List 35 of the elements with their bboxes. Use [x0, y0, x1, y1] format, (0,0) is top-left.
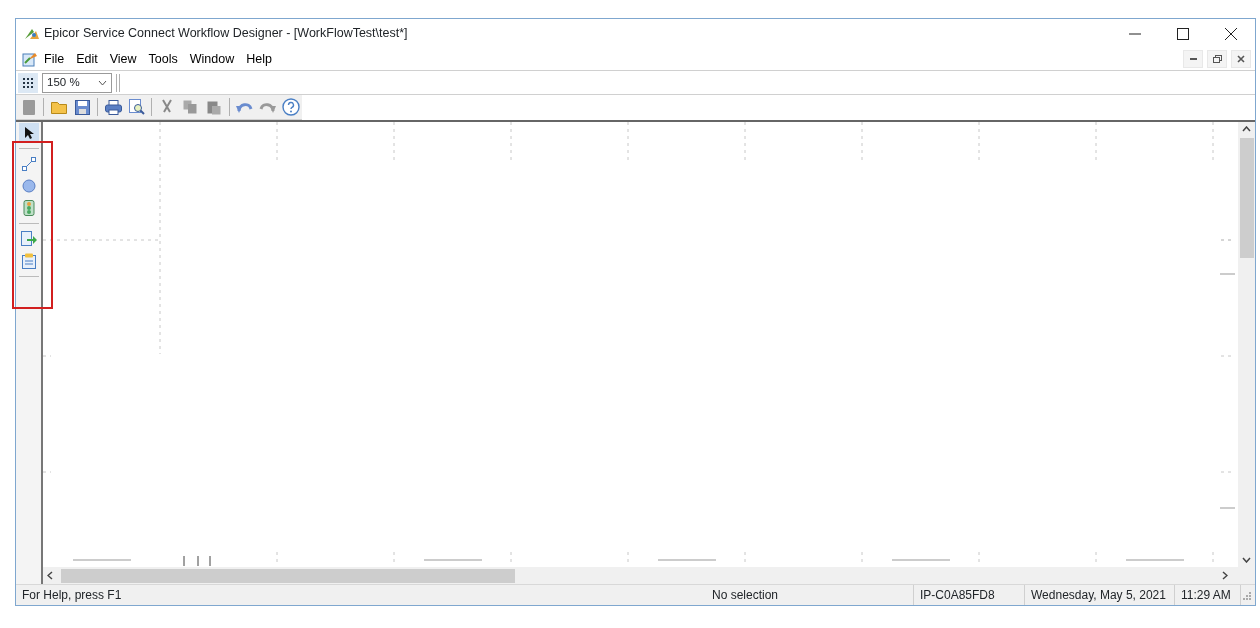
help-icon[interactable] — [280, 96, 303, 118]
status-time: 11:29 AM — [1181, 587, 1231, 604]
horizontal-scrollbar-thumb[interactable] — [61, 568, 515, 583]
mdi-close-button[interactable] — [1231, 50, 1251, 68]
zoom-dropdown[interactable]: 150 % — [42, 72, 112, 93]
export-icon[interactable] — [18, 229, 39, 249]
menu-item[interactable]: Edit — [70, 49, 104, 69]
mdi-restore-button[interactable] — [1207, 50, 1227, 68]
status-date: Wednesday, May 5, 2021 — [1031, 587, 1166, 604]
status-selection: No selection — [712, 587, 779, 604]
document-icon — [22, 51, 38, 67]
menu-item[interactable]: View — [103, 49, 143, 69]
restore-icon — [1212, 55, 1222, 63]
menu-item[interactable]: Tools — [142, 49, 184, 69]
minimize-icon — [1129, 32, 1141, 35]
grid-icon[interactable] — [18, 72, 38, 93]
maximize-icon — [1177, 27, 1189, 40]
status-help-text: For Help, press F1 — [22, 587, 122, 604]
menu-item[interactable]: Window — [183, 49, 241, 69]
scroll-down-icon[interactable] — [1242, 557, 1251, 563]
menu-item[interactable]: File — [38, 49, 71, 69]
mdi-minimize-button[interactable] — [1183, 50, 1203, 68]
scroll-up-icon[interactable] — [1242, 126, 1251, 132]
status-machine-name: IP-C0A85FD8 — [920, 587, 995, 604]
window-title: Epicor Service Connect Workflow Designer - [WorkFlowTest\test*] — [44, 25, 408, 43]
close-icon — [1237, 55, 1245, 63]
scroll-right-icon[interactable] — [1222, 571, 1228, 580]
resize-grip-icon[interactable] — [1241, 590, 1251, 600]
chevron-down-icon — [98, 79, 107, 86]
vertical-scrollbar-thumb[interactable] — [1239, 138, 1254, 258]
close-icon — [1225, 27, 1237, 40]
minimize-icon — [1189, 58, 1197, 60]
menu-item[interactable]: Help — [240, 49, 278, 69]
pointer-icon[interactable] — [18, 123, 39, 143]
scroll-left-icon[interactable] — [47, 571, 53, 580]
